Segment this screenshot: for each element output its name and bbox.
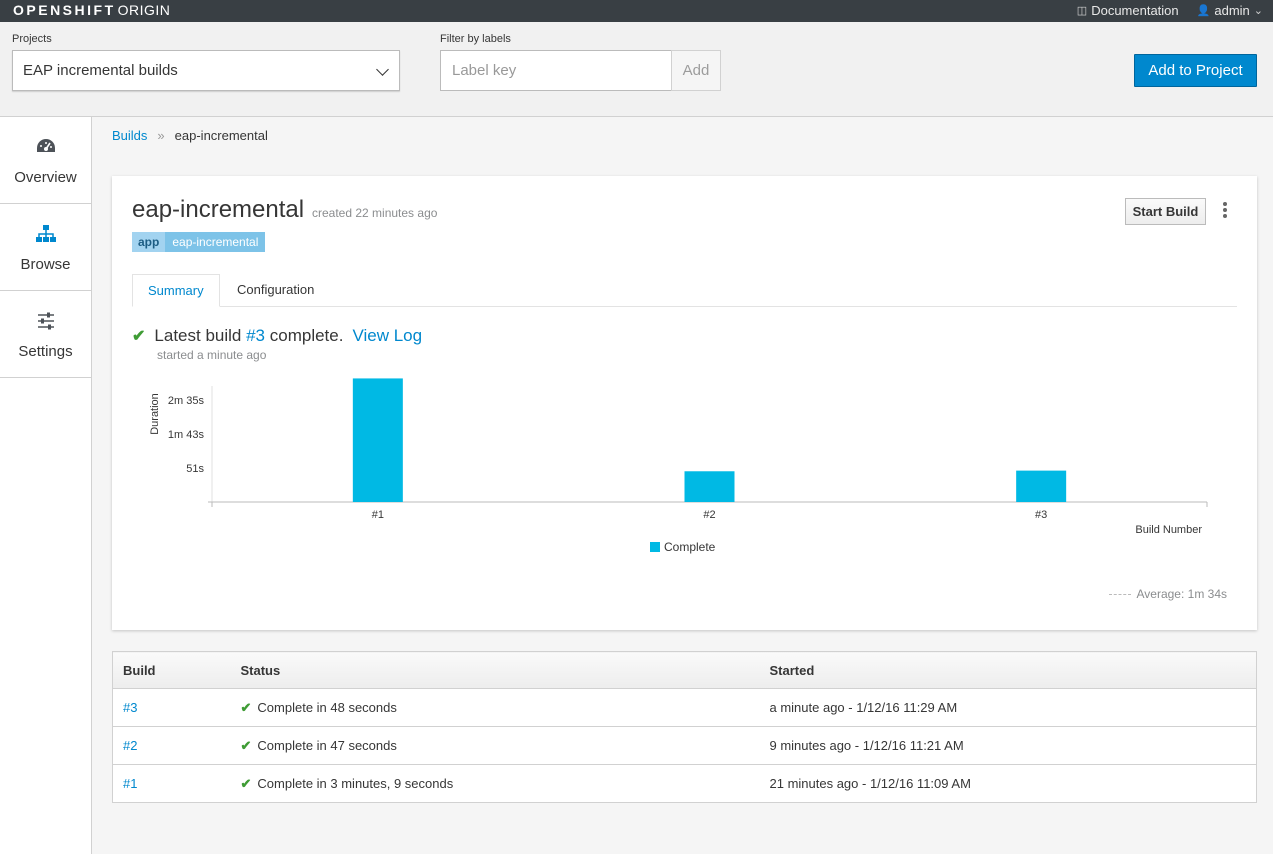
sidebar-item-settings[interactable]: Settings	[0, 291, 91, 378]
chart-svg: 51s1m 43s2m 35s3m 27sDuration#1#2#3Build…	[149, 378, 1208, 554]
project-bar: Projects EAP incremental builds Filter b…	[0, 22, 1273, 117]
x-tick-label: #1	[372, 509, 384, 521]
build-link[interactable]: #2	[123, 738, 137, 753]
chart-bar	[1016, 470, 1067, 502]
check-icon: ✔	[240, 737, 252, 753]
brand-bold-text: OPENSHIFT	[13, 2, 116, 18]
project-select-value: EAP incremental builds	[23, 62, 178, 79]
table-row: #3 ✔ Complete in 48 seconds a minute ago …	[112, 688, 1257, 727]
sidebar-item-label: Overview	[14, 169, 77, 186]
chevron-down-icon	[376, 63, 389, 76]
x-axis-label: Build Number	[1135, 524, 1202, 536]
label-tag[interactable]: app eap-incremental	[132, 232, 266, 252]
projects-label: Projects	[12, 33, 52, 45]
start-build-button[interactable]: Start Build	[1125, 198, 1206, 225]
tab-configuration[interactable]: Configuration	[222, 274, 329, 307]
breadcrumb: Builds » eap-incremental	[112, 128, 268, 143]
builds-table: Build Status Started #3 ✔ Complete in 48 …	[112, 651, 1257, 803]
y-tick-label: 1m 43s	[168, 429, 205, 441]
table-header-row: Build Status Started	[112, 651, 1257, 689]
y-tick-label: 2m 35s	[168, 395, 205, 407]
sidebar-item-label: Browse	[20, 256, 71, 273]
label-key: app	[132, 232, 166, 252]
x-tick-label: #3	[1035, 509, 1047, 521]
add-to-project-button[interactable]: Add to Project	[1134, 54, 1257, 87]
book-icon: ◫	[1076, 5, 1088, 17]
average-label: Average: 1m 34s	[1136, 587, 1228, 601]
top-nav-menu: ◫ Documentation 👤 admin ⌄	[1077, 3, 1263, 18]
sidebar: Overview Browse Settings	[0, 117, 92, 854]
label-key-input[interactable]: Label key	[440, 50, 672, 91]
build-started: 21 minutes ago - 1/12/16 11:09 AM	[759, 764, 1257, 803]
legend-label: Complete	[664, 540, 716, 554]
average-dash-icon	[1108, 593, 1131, 595]
build-link[interactable]: #3	[123, 700, 137, 715]
column-header-started: Started	[759, 651, 1257, 689]
chevron-down-icon: ⌄	[1253, 5, 1263, 17]
kebab-menu-icon[interactable]	[1220, 202, 1230, 222]
y-axis-label: Duration	[149, 393, 161, 435]
chart-bar	[352, 378, 403, 502]
table-row: #1 ✔ Complete in 3 minutes, 9 seconds 21 …	[112, 764, 1257, 803]
filter-label: Filter by labels	[440, 33, 511, 45]
sliders-icon	[0, 311, 91, 333]
y-tick-label: 51s	[186, 463, 204, 475]
table-row: #2 ✔ Complete in 47 seconds 9 minutes ago…	[112, 726, 1257, 765]
tab-bar: Summary Configuration	[132, 274, 1237, 307]
legend-swatch	[650, 542, 660, 552]
sidebar-item-label: Settings	[18, 343, 73, 360]
top-navbar: OPENSHIFT ORIGIN ◫ Documentation 👤 admin …	[0, 0, 1273, 22]
user-name: admin	[1214, 3, 1250, 18]
latest-build-status: ✔ Latest build #3 complete. View Log	[132, 326, 422, 346]
created-timestamp: created 22 minutes ago	[312, 206, 438, 220]
brand-light-text: ORIGIN	[117, 2, 171, 18]
latest-build-started: started a minute ago	[157, 348, 267, 362]
dashboard-icon	[0, 137, 91, 159]
sidebar-item-browse[interactable]: Browse	[0, 204, 91, 291]
brand-logo[interactable]: OPENSHIFT ORIGIN	[13, 2, 170, 18]
documentation-label: Documentation	[1091, 3, 1179, 18]
build-link[interactable]: #1	[123, 776, 137, 791]
build-config-panel: eap-incremental created 22 minutes ago a…	[112, 176, 1257, 630]
check-icon: ✔	[240, 775, 252, 791]
breadcrumb-current: eap-incremental	[174, 128, 268, 143]
tab-summary[interactable]: Summary	[132, 274, 220, 307]
sidebar-item-overview[interactable]: Overview	[0, 117, 91, 204]
build-status: Complete in 47 seconds	[257, 737, 397, 753]
check-icon: ✔	[240, 699, 252, 715]
breadcrumb-builds-link[interactable]: Builds	[112, 128, 147, 143]
build-started: a minute ago - 1/12/16 11:29 AM	[759, 688, 1257, 727]
average-duration: Average: 1m 34s	[1108, 587, 1228, 601]
project-select[interactable]: EAP incremental builds	[12, 50, 400, 91]
build-started: 9 minutes ago - 1/12/16 11:21 AM	[759, 726, 1257, 765]
build-duration-chart: 51s1m 43s2m 35s3m 27sDuration#1#2#3Build…	[132, 374, 1242, 594]
check-icon: ✔	[132, 328, 146, 345]
latest-build-suffix: complete.	[269, 326, 344, 345]
latest-build-prefix: Latest build	[154, 326, 242, 345]
column-header-build: Build	[112, 651, 231, 689]
add-label-button[interactable]: Add	[671, 50, 721, 91]
user-menu[interactable]: 👤 admin ⌄	[1197, 3, 1263, 18]
chart-bar	[684, 471, 735, 502]
view-log-link[interactable]: View Log	[352, 326, 422, 346]
build-status: Complete in 3 minutes, 9 seconds	[257, 775, 454, 791]
sitemap-icon	[0, 224, 91, 246]
column-header-status: Status	[230, 651, 760, 689]
page-title: eap-incremental	[132, 196, 305, 223]
build-status: Complete in 48 seconds	[257, 699, 397, 715]
latest-build-link[interactable]: #3	[246, 326, 265, 346]
breadcrumb-separator-icon: »	[157, 128, 165, 143]
label-value: eap-incremental	[165, 232, 266, 252]
user-icon: 👤	[1196, 5, 1211, 17]
documentation-link[interactable]: ◫ Documentation	[1077, 3, 1179, 18]
x-tick-label: #2	[703, 509, 715, 521]
